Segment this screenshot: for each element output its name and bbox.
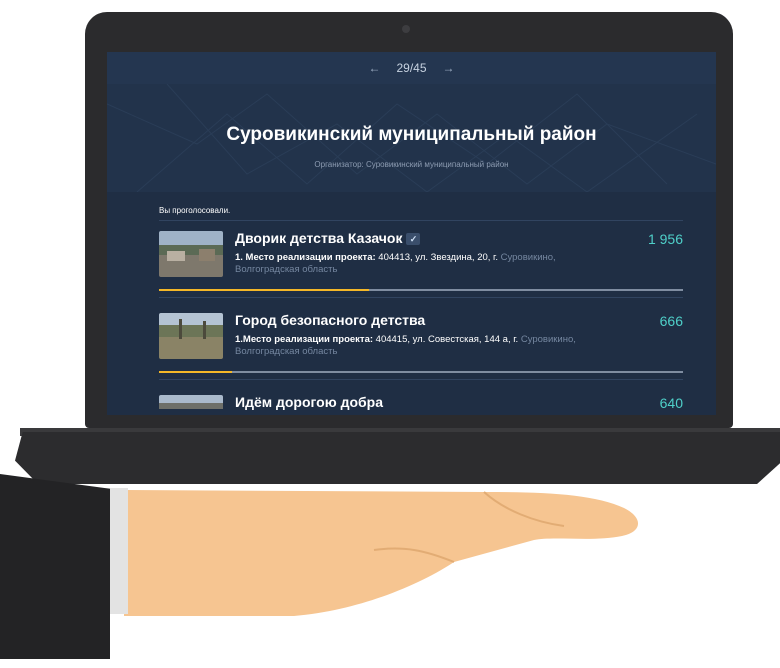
desc-label: 1. Место реализации проекта: — [235, 252, 376, 263]
progress-fill — [159, 371, 233, 373]
vote-count: 666 — [659, 313, 683, 329]
project-photo — [159, 313, 223, 359]
desc-address: 404415, ул. Совестская, 144 а, г. — [373, 334, 521, 345]
project-list: Вы проголосовали. Дворик детства Казачок… — [107, 192, 716, 415]
project-thumbnail — [159, 313, 223, 359]
project-photo — [159, 395, 223, 409]
project-name: Дворик детства Казачок — [235, 230, 403, 246]
scene: ← 29/45 → Суровикинский муниципальный ра… — [0, 0, 780, 668]
project-description: 1. Место реализации проекта: 404413, ул.… — [235, 252, 615, 276]
list-item[interactable]: Город безопасного детства 1.Место реализ… — [159, 312, 683, 393]
hand-illustration — [124, 490, 639, 616]
page-title: Суровикинский муниципальный район — [226, 124, 597, 145]
suit-sleeve — [0, 474, 110, 659]
project-photo — [159, 231, 223, 277]
project-name: Город безопасного детства — [235, 312, 426, 328]
progress-fill — [159, 289, 369, 291]
project-thumbnail — [159, 395, 223, 415]
divider — [159, 297, 683, 298]
vote-count: 1 956 — [647, 231, 683, 247]
pager-bar: ← 29/45 → — [107, 52, 716, 84]
divider — [159, 379, 683, 380]
project-title[interactable]: Дворик детства Казачок ✓ — [235, 230, 421, 246]
project-title[interactable]: Город безопасного детства — [235, 312, 425, 328]
progress-bar — [159, 371, 683, 373]
divider — [159, 220, 683, 221]
voted-notice: Вы проголосовали. — [159, 206, 231, 215]
pager-counter: 29/45 — [396, 61, 427, 75]
desc-address: 404413, ул. Звездина, 20, г. — [375, 252, 501, 263]
progress-bar — [159, 289, 683, 291]
list-item[interactable]: Дворик детства Казачок ✓ 1. Место реализа… — [159, 230, 683, 311]
organizer-text: Организатор: Суровикинский муниципальный… — [314, 160, 509, 169]
laptop-screen: ← 29/45 → Суровикинский муниципальный ра… — [107, 52, 716, 415]
camera-icon — [402, 25, 410, 33]
prev-arrow-icon[interactable]: ← — [368, 61, 380, 75]
vote-count: 640 — [659, 395, 683, 411]
hero-banner: Суровикинский муниципальный район Органи… — [107, 84, 716, 192]
desc-label: 1.Место реализации проекта: — [235, 334, 374, 345]
list-item[interactable]: Идём дорогою добра 640 — [159, 394, 683, 415]
project-title[interactable]: Идём дорогою добра — [235, 394, 383, 410]
project-thumbnail — [159, 231, 223, 277]
project-description: 1.Место реализации проекта: 404415, ул. … — [235, 334, 615, 358]
project-name: Идём дорогою добра — [235, 394, 383, 410]
next-arrow-icon[interactable]: → — [443, 61, 455, 75]
checkmark-icon: ✓ — [406, 233, 421, 246]
